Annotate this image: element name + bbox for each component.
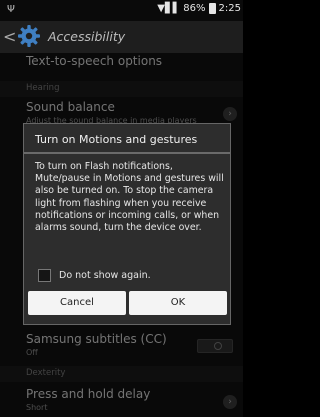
battery-icon: [208, 3, 216, 14]
do-not-show-checkbox[interactable]: [38, 269, 51, 282]
dialog-divider: [24, 152, 230, 154]
status-right: ▼▋▌ 86% 2:25: [157, 3, 241, 14]
battery-percent: 86%: [183, 3, 206, 14]
ok-button[interactable]: OK: [129, 291, 227, 315]
usb-icon: Ψ: [7, 4, 15, 15]
action-bar: < Accessibility: [0, 21, 243, 53]
status-bar: Ψ ▼▋▌ 86% 2:25: [0, 0, 243, 21]
back-icon[interactable]: <: [3, 27, 16, 46]
dialog: Turn on Motions and gestures To turn on …: [23, 123, 231, 325]
cancel-button[interactable]: Cancel: [28, 291, 126, 315]
dialog-title: Turn on Motions and gestures: [35, 133, 198, 146]
do-not-show-label: Do not show again.: [59, 270, 151, 281]
gear-icon[interactable]: [17, 24, 41, 48]
clock: 2:25: [218, 3, 241, 14]
dialog-message: To turn on Flash notifications, Mute/pau…: [35, 161, 224, 234]
signal-icon: ▼▋▌: [157, 3, 181, 14]
page-title: Accessibility: [48, 29, 126, 44]
